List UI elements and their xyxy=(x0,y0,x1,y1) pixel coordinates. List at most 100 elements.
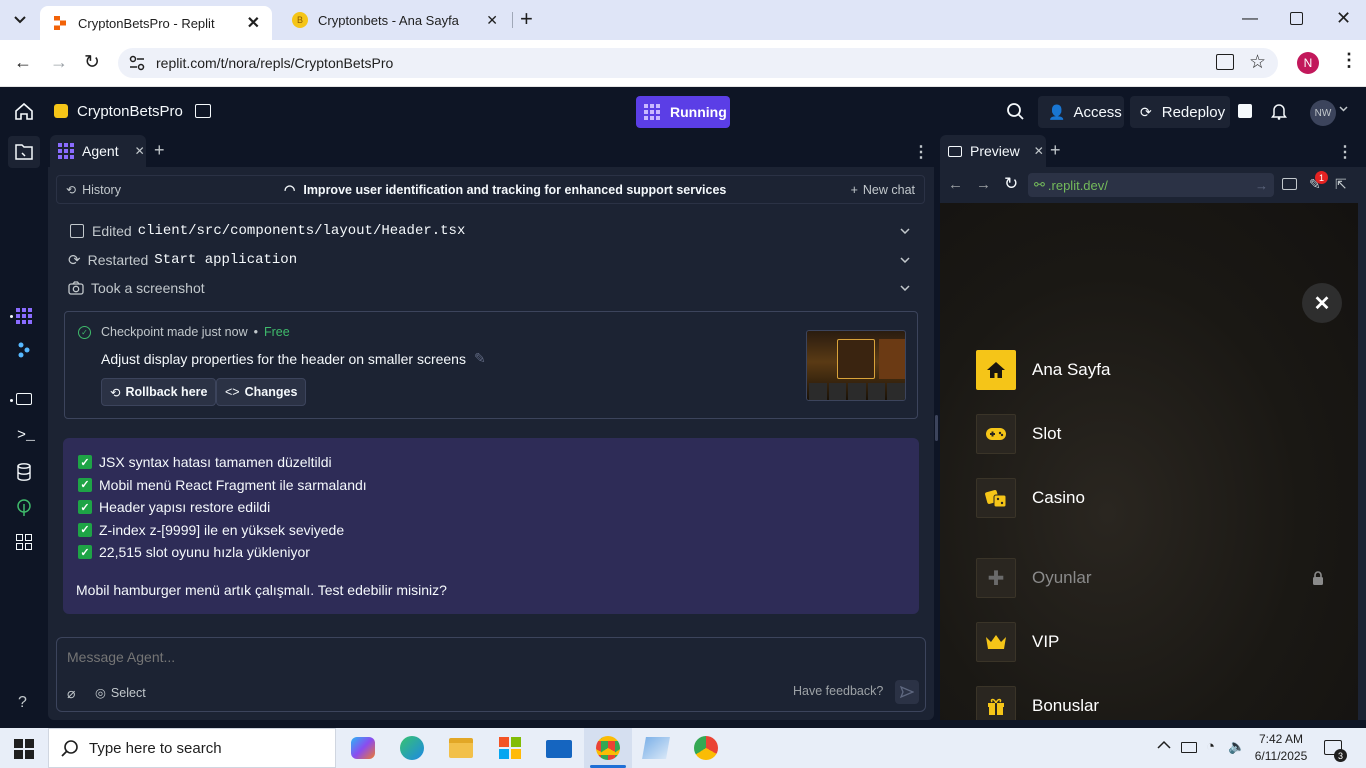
chevron-down-icon[interactable] xyxy=(900,228,910,234)
back-button[interactable]: ← xyxy=(948,176,963,193)
files-toggle-button[interactable] xyxy=(8,136,40,168)
extensions-icon[interactable] xyxy=(1238,104,1252,118)
copilot-icon[interactable] xyxy=(351,737,375,759)
notepad-icon[interactable] xyxy=(642,737,670,759)
menu-item-bonuslar[interactable]: Bonuslar xyxy=(976,686,1336,720)
chevron-down-icon[interactable] xyxy=(900,257,910,263)
pane-menu-icon[interactable]: ⋮ xyxy=(913,142,929,162)
project-name[interactable]: CryptonBetsPro xyxy=(77,103,183,120)
agent-question: Mobil hamburger menü artık çalışmalı. Te… xyxy=(76,582,447,598)
close-icon[interactable]: ✕ xyxy=(1034,144,1044,158)
add-tab-button[interactable]: + xyxy=(154,140,165,161)
step-edited[interactable]: Edited client/src/components/layout/Head… xyxy=(66,218,916,244)
edge-icon[interactable] xyxy=(400,736,424,760)
preview-scrollbar[interactable] xyxy=(1358,203,1366,720)
store-icon[interactable] xyxy=(499,737,521,759)
history-button[interactable]: ⟲ History xyxy=(66,183,266,197)
profile-avatar[interactable]: N xyxy=(1297,52,1319,74)
tab-list-button[interactable] xyxy=(8,8,32,32)
external-link-icon[interactable]: ⇱ xyxy=(1335,176,1347,193)
tree-icon[interactable] xyxy=(16,499,32,517)
reload-button[interactable]: ↻ xyxy=(84,51,100,74)
access-button[interactable]: 👤 Access xyxy=(1038,96,1124,128)
home-icon[interactable] xyxy=(14,102,34,120)
site-settings-icon[interactable] xyxy=(128,55,146,71)
tab-preview[interactable]: Preview ✕ xyxy=(940,135,1046,167)
close-menu-button[interactable]: ✕ xyxy=(1302,283,1342,323)
new-chat-button[interactable]: + New chat xyxy=(851,183,915,197)
taskbar-search[interactable]: Type here to search xyxy=(48,728,336,768)
url-text: replit.com/t/nora/repls/CryptonBetsPro xyxy=(156,55,394,71)
close-icon[interactable]: ✕ xyxy=(135,144,145,158)
new-chat-label: New chat xyxy=(862,182,915,197)
forward-button[interactable]: → xyxy=(976,176,991,193)
restart-icon: ⟳ xyxy=(68,252,81,269)
forward-button[interactable]: → xyxy=(50,52,68,73)
user-avatar[interactable]: NW xyxy=(1310,100,1336,126)
chevron-down-icon[interactable] xyxy=(900,285,910,291)
tab-title: Cryptonbets - Ana Sayfa xyxy=(318,12,459,28)
menu-item-vip[interactable]: VIP xyxy=(976,622,1336,662)
browser-tab-replit[interactable]: CryptonBetsPro - Replit ✕ xyxy=(40,6,272,40)
show-hidden-icons[interactable] xyxy=(1157,740,1171,749)
menu-item-ana-sayfa[interactable]: Ana Sayfa xyxy=(976,350,1336,390)
deployments-icon[interactable] xyxy=(17,342,31,358)
chrome-profile-icon[interactable] xyxy=(694,736,718,760)
send-button[interactable] xyxy=(895,680,919,704)
step-screenshot[interactable]: Took a screenshot xyxy=(66,275,916,301)
all-tools-icon[interactable] xyxy=(16,534,32,550)
chevron-down-icon[interactable] xyxy=(1339,106,1348,112)
run-status-button[interactable]: Running xyxy=(636,96,730,128)
preview-tool-icon[interactable] xyxy=(16,393,32,405)
paperclip-icon[interactable]: ⌀ xyxy=(67,685,75,702)
menu-item-casino[interactable]: Casino xyxy=(976,478,1336,518)
close-icon[interactable]: ✕ xyxy=(247,13,260,33)
battery-icon[interactable] xyxy=(1181,742,1197,753)
minimize-button[interactable]: — xyxy=(1242,10,1258,28)
new-tab-button[interactable]: + xyxy=(520,8,533,30)
bell-icon[interactable] xyxy=(1271,102,1287,120)
redeploy-button[interactable]: ⟳ Redeploy xyxy=(1130,96,1230,128)
file-explorer-icon[interactable] xyxy=(449,738,473,758)
tab-agent[interactable]: Agent ✕ xyxy=(50,135,146,167)
pane-resize-handle[interactable] xyxy=(935,415,938,441)
close-icon[interactable]: ✕ xyxy=(486,12,498,29)
database-icon[interactable] xyxy=(17,463,31,481)
mail-icon[interactable] xyxy=(546,740,572,758)
menu-item-oyunlar[interactable]: ✚ Oyunlar xyxy=(976,558,1336,598)
feedback-link[interactable]: Have feedback? xyxy=(793,684,883,698)
install-app-icon[interactable] xyxy=(1216,54,1234,70)
bookmark-star-icon[interactable]: ☆ xyxy=(1249,51,1266,74)
url-bar[interactable]: replit.com/t/nora/repls/CryptonBetsPro xyxy=(118,48,1278,78)
rollback-button[interactable]: ⟲ Rollback here xyxy=(101,378,217,406)
pencil-icon[interactable]: ✎ xyxy=(474,350,486,367)
browser-menu-icon[interactable]: ⋮ xyxy=(1340,50,1358,71)
help-icon[interactable]: ? xyxy=(18,694,27,712)
select-button[interactable]: ◎ Select xyxy=(95,685,146,701)
clock[interactable]: 7:42 AM 6/11/2025 xyxy=(1254,731,1308,765)
browser-tab-cryptonbets[interactable]: B Cryptonbets - Ana Sayfa ✕ xyxy=(280,0,510,40)
shell-icon[interactable]: >_ xyxy=(17,427,35,444)
preview-url-bar[interactable]: ⚯ .replit.dev/ → xyxy=(1028,173,1274,197)
screenshot-thumbnail[interactable] xyxy=(806,330,906,401)
project-details-icon[interactable] xyxy=(195,104,211,118)
close-window-button[interactable]: ✕ xyxy=(1336,8,1351,29)
windows-start-icon[interactable] xyxy=(14,739,34,759)
volume-icon[interactable]: 🔈 xyxy=(1228,738,1245,755)
wifi-icon[interactable]: ◔ xyxy=(1206,738,1215,755)
chevron-down-icon xyxy=(14,16,26,24)
monitor-icon xyxy=(948,145,962,157)
changes-button[interactable]: <> Changes xyxy=(216,378,307,406)
pane-menu-icon[interactable]: ⋮ xyxy=(1337,142,1353,162)
device-icon[interactable] xyxy=(1282,178,1297,190)
agent-tool-icon[interactable] xyxy=(16,308,32,324)
restore-button[interactable] xyxy=(1290,12,1303,25)
arrow-right-icon[interactable]: → xyxy=(1255,178,1268,193)
step-restarted[interactable]: ⟳ Restarted Start application xyxy=(66,247,916,273)
add-tab-button[interactable]: + xyxy=(1050,140,1061,161)
search-icon[interactable] xyxy=(1006,102,1024,120)
message-input[interactable] xyxy=(67,646,907,668)
back-button[interactable]: ← xyxy=(14,52,32,73)
reload-button[interactable]: ↻ xyxy=(1004,174,1018,194)
menu-item-slot[interactable]: Slot xyxy=(976,414,1336,454)
